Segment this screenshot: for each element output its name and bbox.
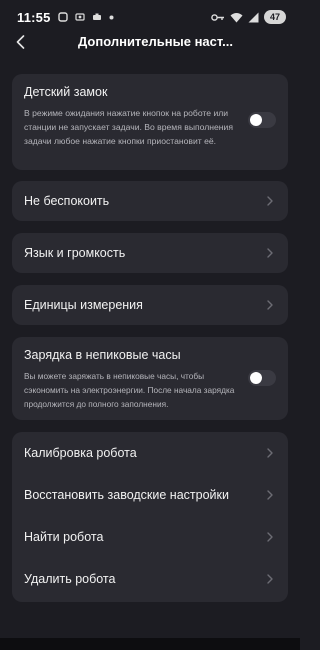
child-lock-card: Детский замок В режиме ожидания нажатие … xyxy=(12,74,288,170)
find-robot-label: Найти робота xyxy=(24,530,104,544)
units-card[interactable]: Единицы измерения xyxy=(12,285,288,325)
chevron-right-icon xyxy=(267,574,273,584)
toggle-knob xyxy=(250,114,262,126)
calibrate-robot-label: Калибровка робота xyxy=(24,446,137,460)
header: Дополнительные наст... xyxy=(0,26,300,58)
chevron-right-icon xyxy=(267,448,273,458)
offpeak-charging-toggle[interactable] xyxy=(248,370,276,386)
chevron-right-icon xyxy=(267,248,273,258)
key-icon xyxy=(211,13,224,21)
chevron-right-icon xyxy=(267,196,273,206)
dot-icon xyxy=(109,15,114,19)
child-lock-toggle[interactable] xyxy=(248,112,276,128)
notification-icon xyxy=(57,12,68,22)
language-volume-card[interactable]: Язык и громкость xyxy=(12,233,288,273)
factory-reset-label: Восстановить заводские настройки xyxy=(24,488,229,502)
delete-robot-label: Удалить робота xyxy=(24,572,116,586)
back-button[interactable] xyxy=(10,32,30,52)
find-robot-row[interactable]: Найти робота xyxy=(12,517,288,557)
battery-indicator: 47 xyxy=(264,10,286,24)
units-label: Единицы измерения xyxy=(24,298,143,312)
status-time: 11:55 xyxy=(17,9,51,25)
signal-icon xyxy=(248,12,259,22)
bottom-navigation-bar xyxy=(0,638,300,650)
do-not-disturb-card[interactable]: Не беспокоить xyxy=(12,181,288,221)
calibrate-robot-row[interactable]: Калибровка робота xyxy=(12,433,288,473)
camera-icon xyxy=(92,13,101,20)
do-not-disturb-label: Не беспокоить xyxy=(24,194,110,208)
offpeak-charging-label: Зарядка в непиковые часы xyxy=(24,348,181,362)
offpeak-charging-description: Вы можете заряжать в непиковые часы, что… xyxy=(24,371,235,409)
offpeak-charging-card: Зарядка в непиковые часы Вы можете заряж… xyxy=(12,337,288,420)
delete-robot-row[interactable]: Удалить робота xyxy=(12,559,288,599)
chevron-right-icon xyxy=(267,300,273,310)
child-lock-label: Детский замок xyxy=(24,85,108,99)
factory-reset-row[interactable]: Восстановить заводские настройки xyxy=(12,475,288,515)
robot-actions-card: Калибровка робота Восстановить заводские… xyxy=(12,432,288,602)
child-lock-description: В режиме ожидания нажатие кнопок на робо… xyxy=(24,108,233,146)
wifi-icon xyxy=(230,12,243,22)
screenshot-icon xyxy=(74,13,85,21)
toggle-knob xyxy=(250,372,262,384)
chevron-right-icon xyxy=(267,490,273,500)
chevron-left-icon xyxy=(16,35,24,49)
page-title: Дополнительные наст... xyxy=(78,34,233,49)
chevron-right-icon xyxy=(267,532,273,542)
language-volume-label: Язык и громкость xyxy=(24,246,126,260)
